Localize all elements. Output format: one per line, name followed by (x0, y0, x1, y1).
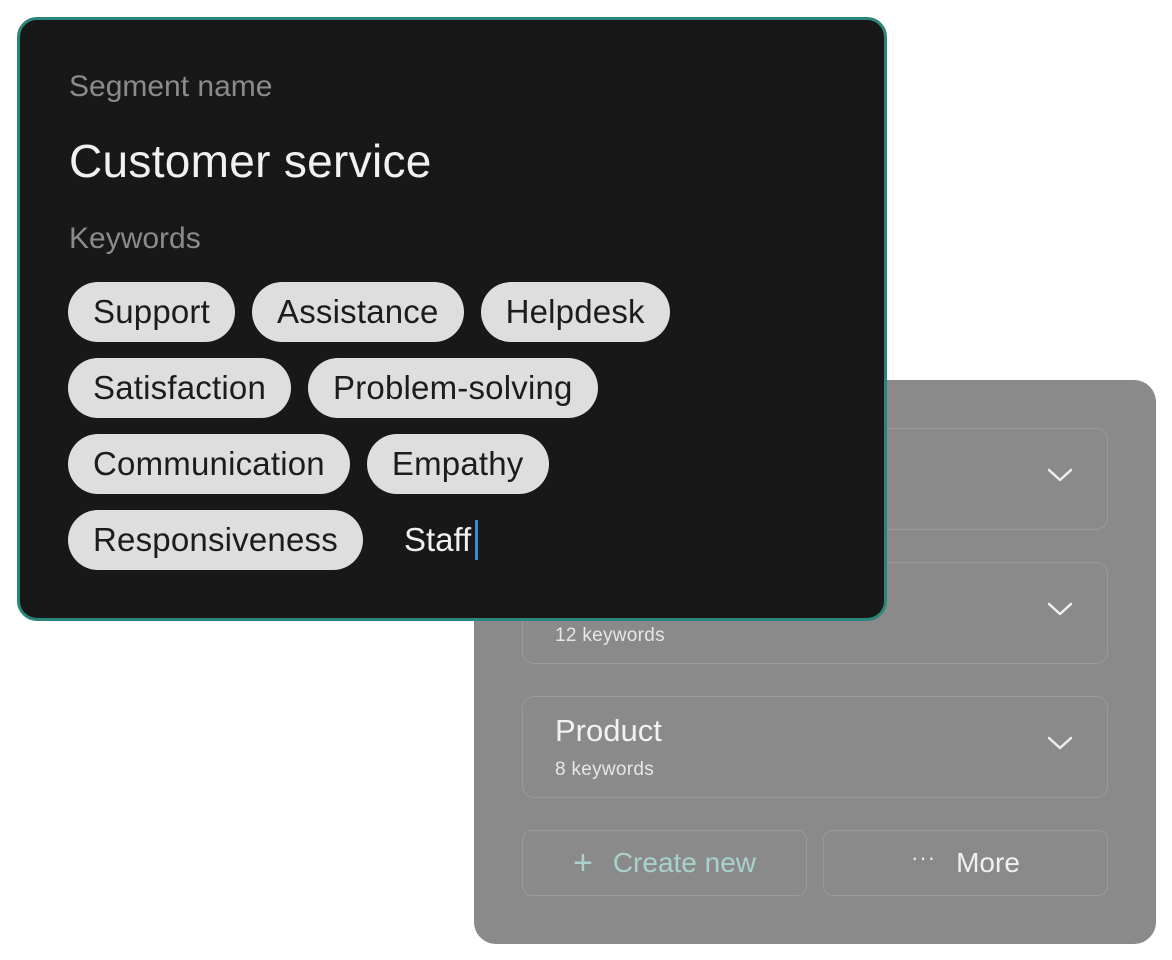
segment-row[interactable]: Product 8 keywords (522, 696, 1108, 798)
keyword-chip[interactable]: Support (68, 282, 235, 342)
segment-editor-card: Segment name Customer service Keywords S… (17, 17, 887, 621)
chevron-down-icon[interactable] (1047, 467, 1073, 483)
keyword-chip[interactable]: Problem-solving (308, 358, 598, 418)
keyword-chip-row: Satisfaction Problem-solving (68, 358, 868, 418)
plus-icon: + (572, 844, 593, 882)
keywords-label: Keywords (69, 222, 201, 255)
segment-row-count: 8 keywords (555, 759, 655, 780)
keyword-chip-row: Responsiveness Staff (68, 510, 868, 570)
more-label: More (956, 847, 1020, 878)
more-dots-icon: ··· (911, 845, 937, 870)
keyword-chip-row: Communication Empathy (68, 434, 868, 494)
create-new-button[interactable]: + Create new (522, 830, 807, 896)
chevron-down-icon[interactable] (1047, 735, 1073, 751)
keywords-field[interactable]: Support Assistance Helpdesk Satisfaction… (68, 282, 868, 586)
segment-name-input[interactable]: Customer service (69, 134, 432, 188)
keyword-input-value: Staff (403, 521, 472, 558)
more-button[interactable]: ··· More (823, 830, 1108, 896)
segment-row-count: 12 keywords (555, 625, 665, 646)
keyword-chip[interactable]: Assistance (251, 282, 464, 342)
keyword-text-input[interactable]: Staff (403, 510, 479, 570)
create-new-label: Create new (612, 847, 757, 878)
chevron-down-icon[interactable] (1047, 601, 1073, 617)
keyword-chip[interactable]: Communication (68, 434, 350, 494)
keyword-chip[interactable]: Responsiveness (68, 510, 363, 570)
keyword-chip[interactable]: Empathy (366, 434, 549, 494)
segment-name-label: Segment name (69, 70, 273, 103)
keyword-chip-row: Support Assistance Helpdesk (68, 282, 868, 342)
keyword-chip[interactable]: Satisfaction (68, 358, 291, 418)
text-caret (475, 520, 479, 560)
segment-row-title: Product (555, 713, 662, 748)
keyword-chip[interactable]: Helpdesk (480, 282, 670, 342)
